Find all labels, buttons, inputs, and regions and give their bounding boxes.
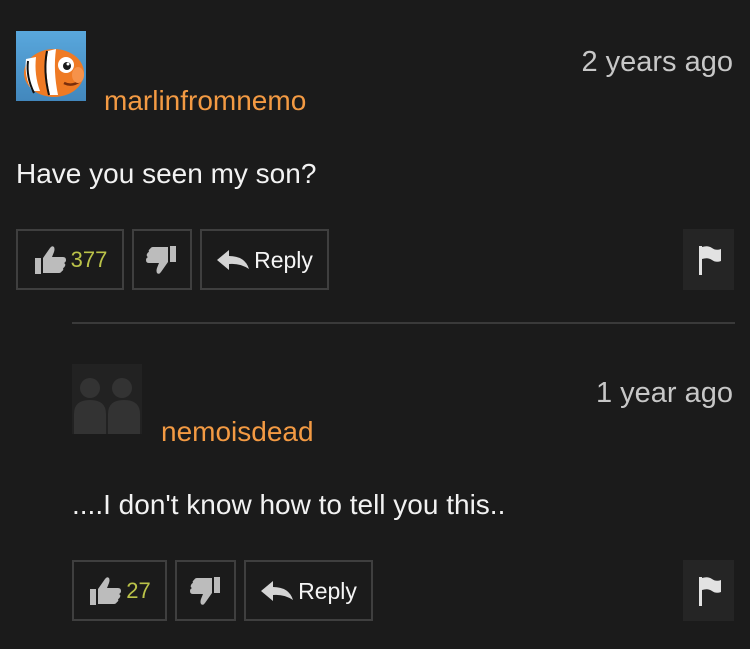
avatar[interactable] <box>16 31 86 101</box>
comment: marlinfromnemo 2 years ago Have you seen… <box>0 0 750 320</box>
reply-button[interactable]: Reply <box>200 229 329 290</box>
dislike-button[interactable] <box>132 229 192 290</box>
timestamp: 1 year ago <box>595 377 733 409</box>
comment-text: ....I don't know how to tell you this.. <box>72 489 506 520</box>
reply-button[interactable]: Reply <box>244 560 373 621</box>
like-count: 377 <box>70 246 108 272</box>
like-button[interactable]: 377 <box>16 229 124 290</box>
dislike-button[interactable] <box>175 560 236 621</box>
reply-label: Reply <box>254 246 313 273</box>
comment-reply: nemoisdead 1 year ago ....I don't know h… <box>0 324 750 649</box>
thumbs-up-icon <box>34 245 66 274</box>
default-avatar-icon <box>72 364 142 434</box>
thumbs-down-icon <box>189 576 220 605</box>
username[interactable]: marlinfromnemo <box>104 85 306 117</box>
reply-arrow-icon <box>217 249 250 270</box>
flag-icon <box>698 576 721 606</box>
flag-icon <box>698 245 721 275</box>
timestamp: 2 years ago <box>581 46 733 78</box>
avatar[interactable] <box>72 364 142 434</box>
thumbs-up-icon <box>90 576 122 605</box>
flag-button[interactable] <box>683 229 734 290</box>
like-count: 27 <box>126 577 151 603</box>
flag-button[interactable] <box>683 560 734 621</box>
clownfish-avatar-icon <box>16 31 86 101</box>
like-button[interactable]: 27 <box>72 560 167 621</box>
reply-label: Reply <box>298 577 357 604</box>
reply-arrow-icon <box>261 580 294 601</box>
thumbs-down-icon <box>146 245 176 274</box>
username[interactable]: nemoisdead <box>161 416 314 448</box>
comment-text: Have you seen my son? <box>16 158 317 189</box>
